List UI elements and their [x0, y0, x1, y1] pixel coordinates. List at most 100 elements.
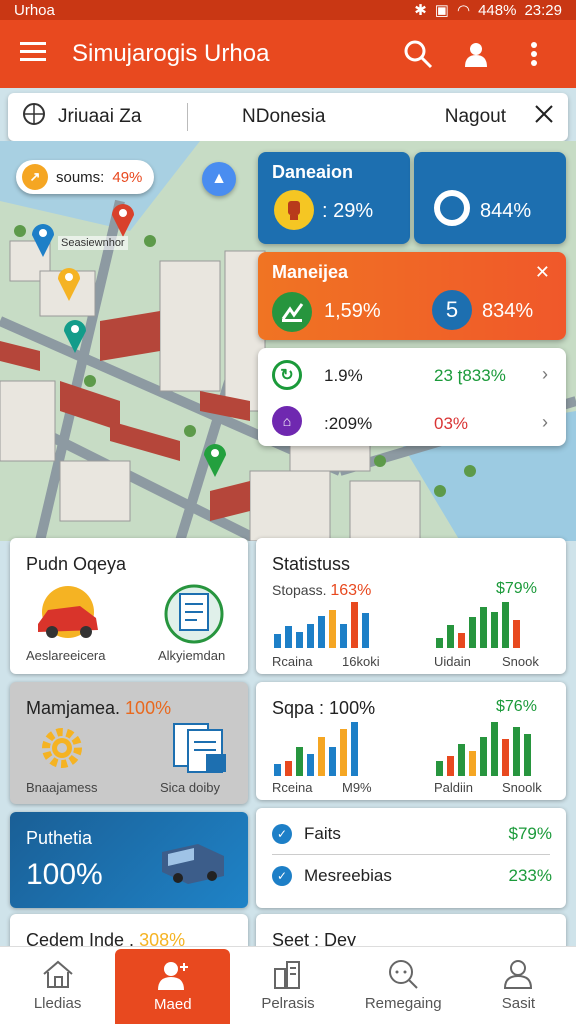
statistics-sub-value: 163% — [330, 582, 372, 599]
search-icon[interactable] — [396, 32, 440, 76]
bar-mark — [296, 747, 303, 776]
nav-label: Sasit — [501, 995, 536, 1012]
map-pin-teal[interactable] — [62, 317, 88, 353]
car-icon — [38, 586, 98, 638]
sqpa-right-value: $76% — [496, 698, 537, 715]
bar-mark — [274, 764, 281, 776]
bar-mark — [502, 602, 509, 648]
navigation-icon[interactable]: ▲ — [202, 162, 236, 196]
bar-mark — [340, 729, 347, 776]
pudn-left-caption: Aeslareeicera — [26, 648, 106, 663]
statistics-caption: 16koki — [342, 654, 380, 669]
pudn-card[interactable]: Pudn Oqeya Aeslareeicera Alkyiemdan — [10, 538, 248, 674]
map-pin-red[interactable] — [110, 201, 136, 237]
bar-mark — [351, 722, 358, 776]
map-pin-yellow[interactable] — [56, 265, 82, 301]
sqpa-chart-right — [436, 720, 531, 776]
statistics-caption: Rcaina — [272, 654, 313, 669]
management-card[interactable]: Mamjamea. 100% Bnaajamess Sica doiby — [10, 682, 248, 804]
app-bar: Simujarogis Urhoa — [0, 20, 576, 88]
checklist-value: 233% — [508, 866, 552, 885]
maneijea-card[interactable]: Maneijea ✕ 1,59% 5 834% — [258, 252, 566, 340]
puthetia-value: 100% — [26, 858, 103, 891]
status-bar: Urhoa ✱ ▣ ◠ 448% 23:29 — [0, 0, 576, 20]
menu-icon[interactable] — [20, 41, 46, 68]
bar-mark — [436, 761, 443, 776]
checklist-label: Faits — [304, 824, 341, 843]
nav-item-maed[interactable]: Maed — [115, 949, 231, 1024]
management-value: 100% — [125, 698, 172, 718]
carrier-label: Urhoa — [14, 1, 55, 19]
check-icon: ✓ — [272, 866, 292, 886]
bar-mark — [502, 739, 509, 776]
nav-label: Remegaing — [364, 995, 442, 1012]
sqpa-caption: Snoolk — [502, 780, 542, 795]
sqpa-card[interactable]: Sqpa : 100% $76% Rceina M9% Paldiin Snoo… — [256, 682, 566, 800]
daneaion-card[interactable]: Daneaion : 29% — [258, 152, 410, 244]
checklist-row[interactable]: ✓ Faits $79% — [272, 824, 552, 844]
sqpa-title: Sqpa : 100% — [272, 698, 376, 718]
sqpa-caption: M9% — [342, 780, 372, 795]
van-icon — [162, 844, 224, 884]
bar-mark — [274, 634, 281, 648]
management-left-caption: Bnaajamess — [26, 780, 98, 795]
bar-mark — [329, 747, 336, 776]
chat-search-icon — [389, 960, 418, 989]
daneaion-title: Daneaion — [272, 162, 354, 182]
bar-mark — [307, 624, 314, 648]
location-search-bar[interactable]: Jriuaai Za NDonesia Nagout — [8, 93, 568, 141]
user-add-icon — [157, 962, 188, 990]
daneaion-progress-card[interactable]: 844% — [414, 152, 566, 244]
bar-mark — [285, 626, 292, 648]
map-pin-blue[interactable] — [30, 221, 56, 257]
maneijea-close-icon[interactable]: ✕ — [535, 262, 550, 283]
statistics-chart-left — [274, 600, 369, 648]
statistics-right-value: $79% — [496, 580, 537, 597]
gear-icon — [42, 728, 82, 768]
statistics-card[interactable]: Statistuss Stopass. 163% $79% Rcaina 16k… — [256, 538, 566, 674]
bar-mark — [285, 761, 292, 776]
nav-item-pelrasis[interactable]: Pelrasis — [230, 947, 345, 1024]
bar-mark — [318, 616, 325, 648]
maneijea-title: Maneijea — [272, 262, 349, 282]
map-stat-chip[interactable]: ↗ soums: 49% — [16, 160, 155, 194]
more-options-icon[interactable] — [512, 32, 556, 76]
bar-mark — [458, 633, 465, 648]
row-right-value: 23 ʈ833% — [434, 366, 506, 385]
management-title: Mamjamea. 100% — [26, 698, 171, 719]
sqpa-caption: Rceina — [272, 780, 313, 795]
map-pin-green[interactable] — [202, 441, 228, 477]
nav-item-lledias[interactable]: Lledias — [0, 947, 115, 1024]
nav-item-sasit[interactable]: Sasit — [461, 947, 576, 1024]
sqpa-chart-left — [274, 720, 358, 776]
files-icon — [173, 723, 226, 773]
app-title: Simujarogis Urhoa — [72, 40, 270, 67]
extra-field[interactable]: Nagout — [445, 106, 506, 128]
approve-icon — [272, 292, 312, 332]
checklist-row[interactable]: ✓ Mesreebias 233% — [272, 866, 552, 886]
award-icon — [274, 190, 314, 230]
chevron-right-icon[interactable]: › — [542, 412, 548, 433]
country-field[interactable]: NDonesia — [188, 106, 445, 128]
location-field[interactable]: Jriuaai Za — [58, 106, 141, 128]
chevron-right-icon[interactable]: › — [542, 364, 548, 385]
bar-mark — [318, 737, 325, 776]
bar-mark — [458, 744, 465, 776]
stat-list-row[interactable]: ⌂ :209% 03% › — [258, 398, 566, 446]
row-right-value: 03% — [434, 414, 469, 433]
bar-mark — [513, 727, 520, 776]
stat-list-row[interactable]: ↻ 1.9% 23 ʈ833% › — [258, 348, 566, 398]
map-place-label: Seasiewnhor — [58, 236, 128, 250]
close-icon[interactable] — [534, 104, 554, 130]
profile-icon[interactable] — [454, 32, 498, 76]
bar-mark — [307, 754, 314, 776]
bar-mark — [447, 756, 454, 776]
pudn-title: Pudn Oqeya — [26, 554, 127, 574]
checklist-card: ✓ Faits $79% ✓ Mesreebias 233% — [256, 808, 566, 908]
bar-mark — [296, 632, 303, 648]
map-chip-value: 49% — [112, 168, 143, 186]
nav-label: Maed — [154, 996, 192, 1013]
statistics-chart-right — [436, 600, 520, 648]
nav-item-remegaing[interactable]: Remegaing — [346, 947, 461, 1024]
puthetia-card[interactable]: Puthetia 100% — [10, 812, 248, 908]
